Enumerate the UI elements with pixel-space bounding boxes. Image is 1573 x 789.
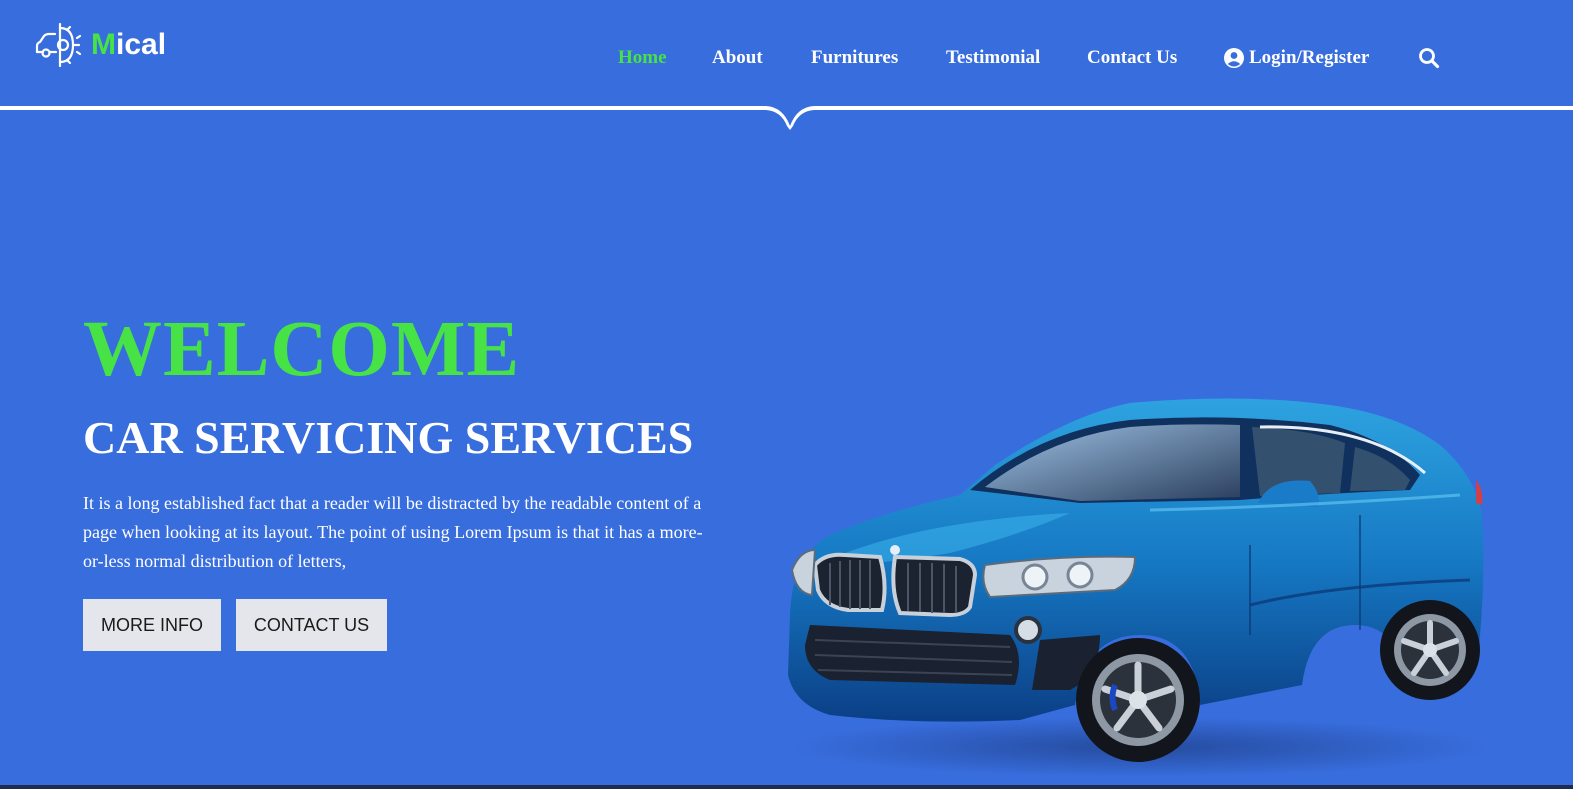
- more-info-button[interactable]: MORE INFO: [83, 599, 221, 651]
- site-header: Mical Home About Furnitures Testimonial …: [0, 0, 1573, 106]
- main-nav: Home About Furnitures Testimonial Contac…: [0, 44, 1573, 72]
- user-circle-icon: [1224, 48, 1244, 68]
- nav-testimonial[interactable]: Testimonial: [946, 44, 1040, 72]
- hero-subtitle: CAR SERVICING SERVICES: [83, 412, 694, 463]
- nav-home[interactable]: Home: [618, 44, 667, 72]
- login-register-label: Login/Register: [1249, 47, 1370, 68]
- blue-suv-car-image: [788, 398, 1490, 777]
- contact-us-button[interactable]: CONTACT US: [236, 599, 387, 651]
- search-icon[interactable]: [1418, 47, 1440, 69]
- nav-login-register[interactable]: Login/Register: [1224, 44, 1369, 72]
- nav-about[interactable]: About: [712, 44, 763, 72]
- nav-furnitures[interactable]: Furnitures: [811, 44, 898, 72]
- header-divider: [0, 106, 1573, 130]
- hero-title: WELCOME: [83, 306, 521, 393]
- hero-description: It is a long established fact that a rea…: [83, 493, 703, 571]
- nav-contact-us[interactable]: Contact Us: [1087, 44, 1177, 72]
- bottom-edge-strip: [0, 785, 1573, 789]
